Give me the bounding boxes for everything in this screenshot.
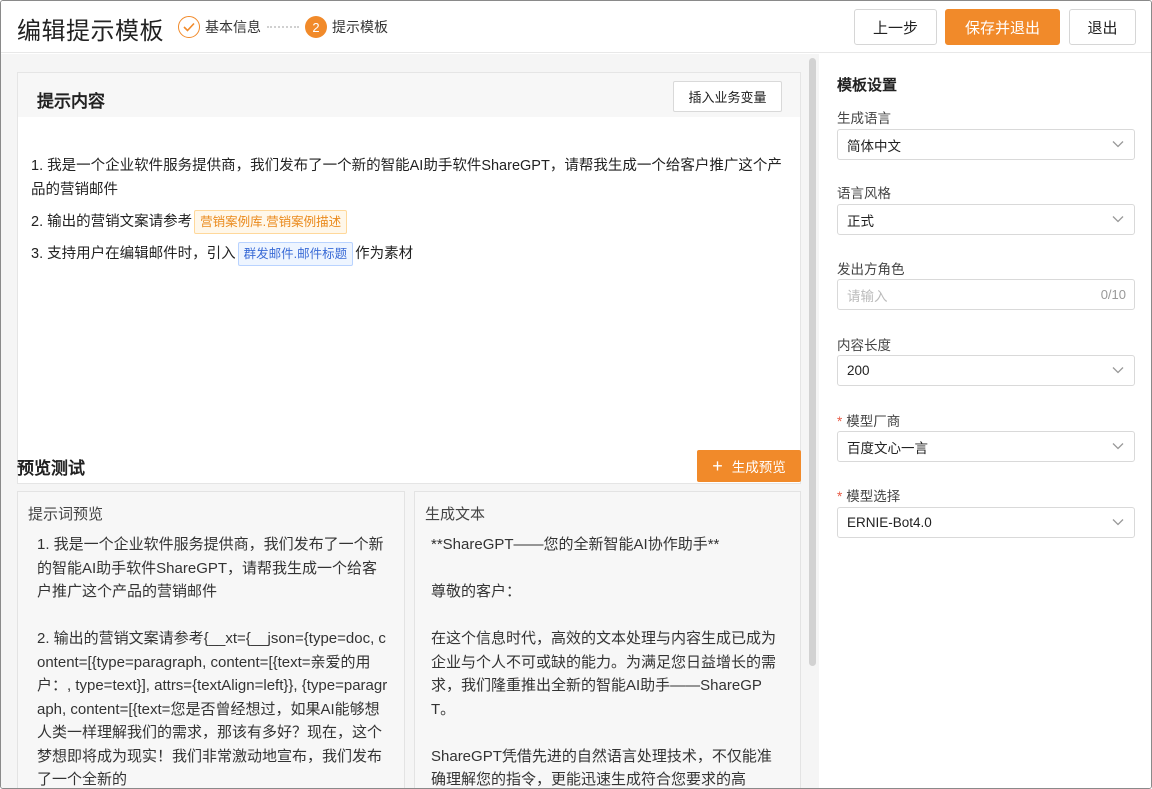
style-label: 语言风格: [837, 186, 891, 201]
template-settings-panel: 模板设置 生成语言 简体中文 语言风格 正式 发出方角色 请输入 0/10 内容…: [819, 54, 1151, 788]
sender-role-placeholder: 请输入: [847, 288, 888, 304]
char-counter: 0/10: [1100, 287, 1126, 302]
language-value: 简体中文: [847, 138, 901, 154]
model-vendor-value: 百度文心一言: [847, 440, 928, 456]
style-value: 正式: [847, 213, 874, 229]
model-vendor-label: * 模型厂商: [837, 410, 900, 430]
chevron-down-icon: [1112, 216, 1124, 223]
prompt-preview-text: 1. 我是一个企业软件服务提供商，我们发布了一个新的智能AI助手软件ShareG…: [37, 536, 388, 788]
prompt-card-spacer: [18, 117, 800, 135]
app-window: 编辑提示模板 基本信息 2 提示模板 上一步 保存并退出 退出 提示内容 插入业…: [0, 0, 1152, 789]
language-label: 生成语言: [837, 111, 891, 126]
insert-variable-button[interactable]: 插入业务变量: [673, 81, 782, 112]
content-length-select[interactable]: 200: [837, 355, 1135, 386]
step-basic-info-label: 基本信息: [205, 19, 261, 35]
model-vendor-label-text: 模型厂商: [846, 414, 901, 429]
chevron-down-icon: [1112, 443, 1124, 450]
generate-preview-button[interactable]: + 生成预览: [697, 450, 801, 482]
sender-role-label: 发出方角色: [837, 262, 905, 277]
prompt-preview-panel: 提示词预览 1. 我是一个企业软件服务提供商，我们发布了一个新的智能AI助手软件…: [17, 491, 405, 788]
model-select-label: * 模型选择: [837, 485, 900, 505]
model-select[interactable]: ERNIE-Bot4.0: [837, 507, 1135, 538]
prompt-card-title: 提示内容: [37, 92, 105, 111]
preview-section-title: 预览测试: [17, 459, 85, 478]
generated-text-panel: 生成文本 **ShareGPT——您的全新智能AI协作助手** 尊敬的客户： 在…: [414, 491, 801, 788]
plus-icon: +: [712, 456, 723, 476]
prompt-line-2: 2. 输出的营销文案请参考 营销案例库.营销案例描述: [31, 210, 791, 234]
page-header: 编辑提示模板 基本信息 2 提示模板 上一步 保存并退出 退出: [1, 1, 1151, 53]
prompt-line-2-text: 2. 输出的营销文案请参考: [31, 214, 193, 230]
variable-tag-marketing-case[interactable]: 营销案例库.营销案例描述: [194, 210, 348, 234]
step-prompt-template-label: 提示模板: [332, 19, 388, 35]
chevron-down-icon: [1112, 141, 1124, 148]
step-number-badge: 2: [305, 16, 327, 38]
prompt-line-3-suffix: 作为素材: [355, 246, 414, 262]
style-select[interactable]: 正式: [837, 204, 1135, 235]
content-length-value: 200: [847, 363, 870, 378]
required-marker: *: [837, 414, 843, 429]
prompt-line-1: 1. 我是一个企业软件服务提供商，我们发布了一个新的智能AI助手软件ShareG…: [31, 158, 782, 198]
prompt-line-3: 3. 支持用户在编辑邮件时，引入 群发邮件.邮件标题 作为素材: [31, 242, 791, 266]
page-title: 编辑提示模板: [17, 18, 164, 45]
generated-text-title: 生成文本: [425, 506, 486, 523]
prev-step-button[interactable]: 上一步: [854, 9, 937, 45]
vertical-scrollbar[interactable]: [809, 58, 816, 666]
chevron-down-icon: [1112, 519, 1124, 526]
variable-tag-email-title[interactable]: 群发邮件.邮件标题: [237, 242, 354, 266]
step-connector: [267, 26, 299, 28]
generated-text-content: **ShareGPT——您的全新智能AI协作助手** 尊敬的客户： 在这个信息时…: [431, 536, 777, 788]
prompt-line-3-text: 3. 支持用户在编辑邮件时，引入: [31, 246, 236, 262]
model-select-label-text: 模型选择: [846, 489, 901, 504]
step-indicator: 基本信息 2 提示模板: [178, 16, 388, 38]
prompt-editor[interactable]: 1. 我是一个企业软件服务提供商，我们发布了一个新的智能AI助手软件ShareG…: [31, 154, 791, 274]
chevron-down-icon: [1112, 367, 1124, 374]
language-select[interactable]: 简体中文: [837, 129, 1135, 160]
settings-title: 模板设置: [837, 77, 898, 94]
prompt-content-card: 提示内容 插入业务变量 1. 我是一个企业软件服务提供商，我们发布了一个新的智能…: [17, 72, 801, 484]
main-editor-area: 提示内容 插入业务变量 1. 我是一个企业软件服务提供商，我们发布了一个新的智能…: [1, 54, 819, 788]
required-marker: *: [837, 489, 843, 504]
check-circle-icon: [178, 16, 200, 38]
save-and-exit-button[interactable]: 保存并退出: [945, 9, 1060, 45]
exit-button[interactable]: 退出: [1069, 9, 1136, 45]
generate-preview-label: 生成预览: [731, 460, 786, 475]
model-vendor-select[interactable]: 百度文心一言: [837, 431, 1135, 462]
sender-role-input[interactable]: 请输入 0/10: [837, 279, 1135, 310]
content-length-label: 内容长度: [837, 338, 891, 353]
model-select-value: ERNIE-Bot4.0: [847, 515, 932, 530]
prompt-preview-title: 提示词预览: [28, 506, 104, 523]
